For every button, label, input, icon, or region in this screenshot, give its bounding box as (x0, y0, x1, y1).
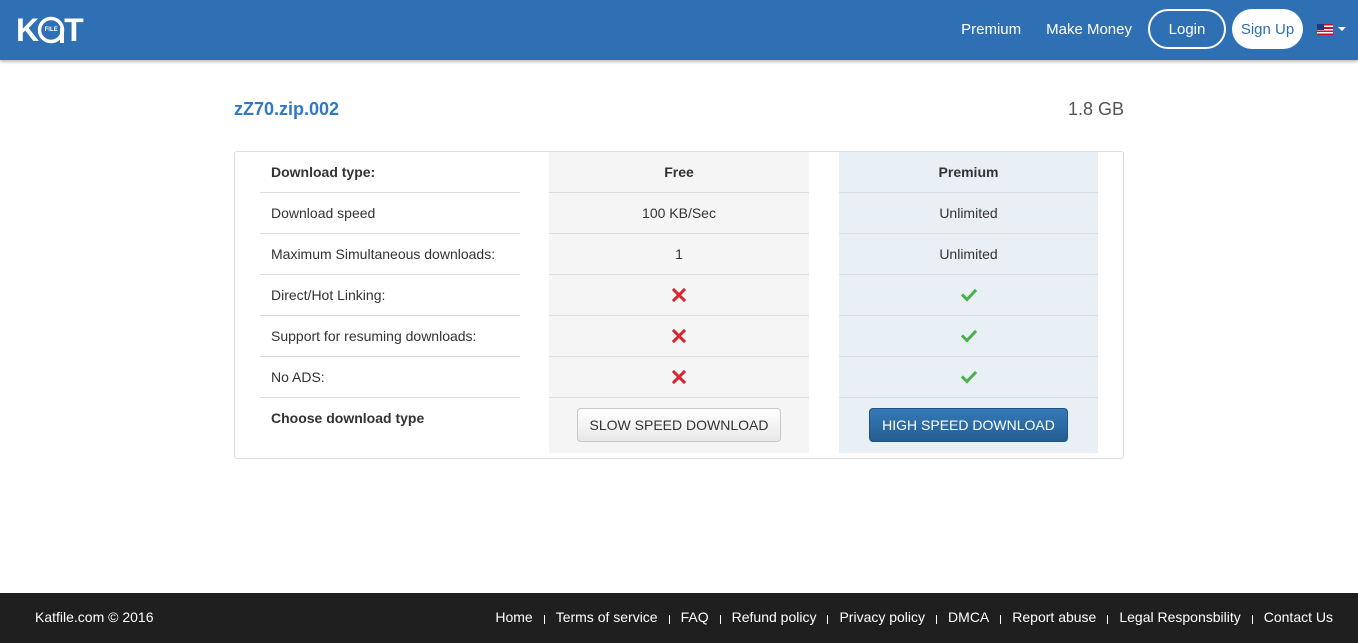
premium-simultaneous: Unlimited (839, 234, 1098, 275)
label-hotlinking: Direct/Hot Linking: (260, 275, 520, 316)
nav-make-money-link[interactable]: Make Money (1046, 21, 1132, 38)
free-header: Free (549, 152, 809, 193)
free-button-cell: SLOW SPEED DOWNLOAD (549, 398, 809, 453)
copyright-text: Katfile.com © 2016 (35, 609, 154, 625)
footer-links: Home Terms of service FAQ Refund policy … (495, 609, 1333, 625)
footer-link-contact[interactable]: Contact Us (1264, 609, 1333, 625)
label-simultaneous: Maximum Simultaneous downloads: (260, 234, 520, 275)
x-icon (671, 328, 687, 344)
slow-speed-download-button[interactable]: SLOW SPEED DOWNLOAD (577, 408, 781, 442)
premium-column: Premium Unlimited Unlimited HIGH SPEED D… (839, 152, 1098, 453)
label-resuming: Support for resuming downloads: (260, 316, 520, 357)
logo-ring-icon: FILE (36, 15, 66, 45)
high-speed-download-button[interactable]: HIGH SPEED DOWNLOAD (869, 408, 1068, 442)
logo-letter-t: T (64, 12, 84, 48)
katfile-logo[interactable]: K FILE T (16, 12, 84, 48)
us-flag-icon (1317, 23, 1333, 35)
premium-header: Premium (839, 152, 1098, 193)
premium-hotlinking (839, 275, 1098, 316)
chevron-down-icon (1338, 27, 1346, 31)
premium-no-ads (839, 357, 1098, 398)
feature-labels-column: Download type: Download speed Maximum Si… (260, 152, 520, 453)
footer-separator (668, 614, 670, 624)
footer-link-legal[interactable]: Legal Responsbility (1119, 609, 1240, 625)
signup-button[interactable]: Sign Up (1232, 9, 1303, 49)
footer-link-home[interactable]: Home (495, 609, 532, 625)
footer-link-faq[interactable]: FAQ (681, 609, 709, 625)
footer: Katfile.com © 2016 Home Terms of service… (0, 593, 1358, 643)
label-download-speed: Download speed (260, 193, 520, 234)
label-no-ads: No ADS: (260, 357, 520, 398)
footer-separator (719, 614, 721, 624)
header-nav: Premium Make Money Login Sign Up (961, 9, 1346, 49)
download-type-panel: Download type: Download speed Maximum Si… (234, 151, 1124, 459)
check-icon (960, 370, 977, 384)
nav-premium-link[interactable]: Premium (961, 21, 1021, 38)
footer-separator (936, 614, 938, 624)
file-name: zZ70.zip.002 (234, 99, 340, 119)
logo-ring-text: FILE (44, 27, 58, 33)
language-selector[interactable] (1317, 23, 1346, 35)
check-icon (960, 329, 977, 343)
footer-separator (1107, 614, 1109, 624)
footer-separator (1000, 614, 1002, 624)
label-choose-type: Choose download type (271, 410, 425, 426)
premium-resuming (839, 316, 1098, 357)
footer-link-refund[interactable]: Refund policy (732, 609, 817, 625)
free-no-ads (549, 357, 809, 398)
x-icon (671, 287, 687, 303)
x-icon (671, 369, 687, 385)
footer-link-privacy[interactable]: Privacy policy (839, 609, 925, 625)
footer-link-dmca[interactable]: DMCA (948, 609, 989, 625)
free-speed: 100 KB/Sec (549, 193, 809, 234)
logo-letter-k: K (16, 12, 39, 48)
footer-link-report-abuse[interactable]: Report abuse (1012, 609, 1096, 625)
file-size: 1.8 GB (1067, 99, 1124, 119)
free-hotlinking (549, 275, 809, 316)
footer-link-terms[interactable]: Terms of service (556, 609, 658, 625)
footer-separator (543, 614, 545, 624)
label-download-type: Download type: (260, 152, 520, 193)
footer-separator (1251, 614, 1253, 624)
free-resuming (549, 316, 809, 357)
footer-separator (827, 614, 829, 624)
check-icon (960, 288, 977, 302)
free-simultaneous: 1 (549, 234, 809, 275)
premium-button-cell: HIGH SPEED DOWNLOAD (839, 398, 1098, 453)
top-navbar: K FILE T Premium Make Money Login Sign U… (0, 0, 1358, 60)
login-button[interactable]: Login (1148, 9, 1226, 49)
free-column: Free 100 KB/Sec 1 SLOW SPEED DOWNLOAD (549, 152, 809, 453)
premium-speed: Unlimited (839, 193, 1098, 234)
